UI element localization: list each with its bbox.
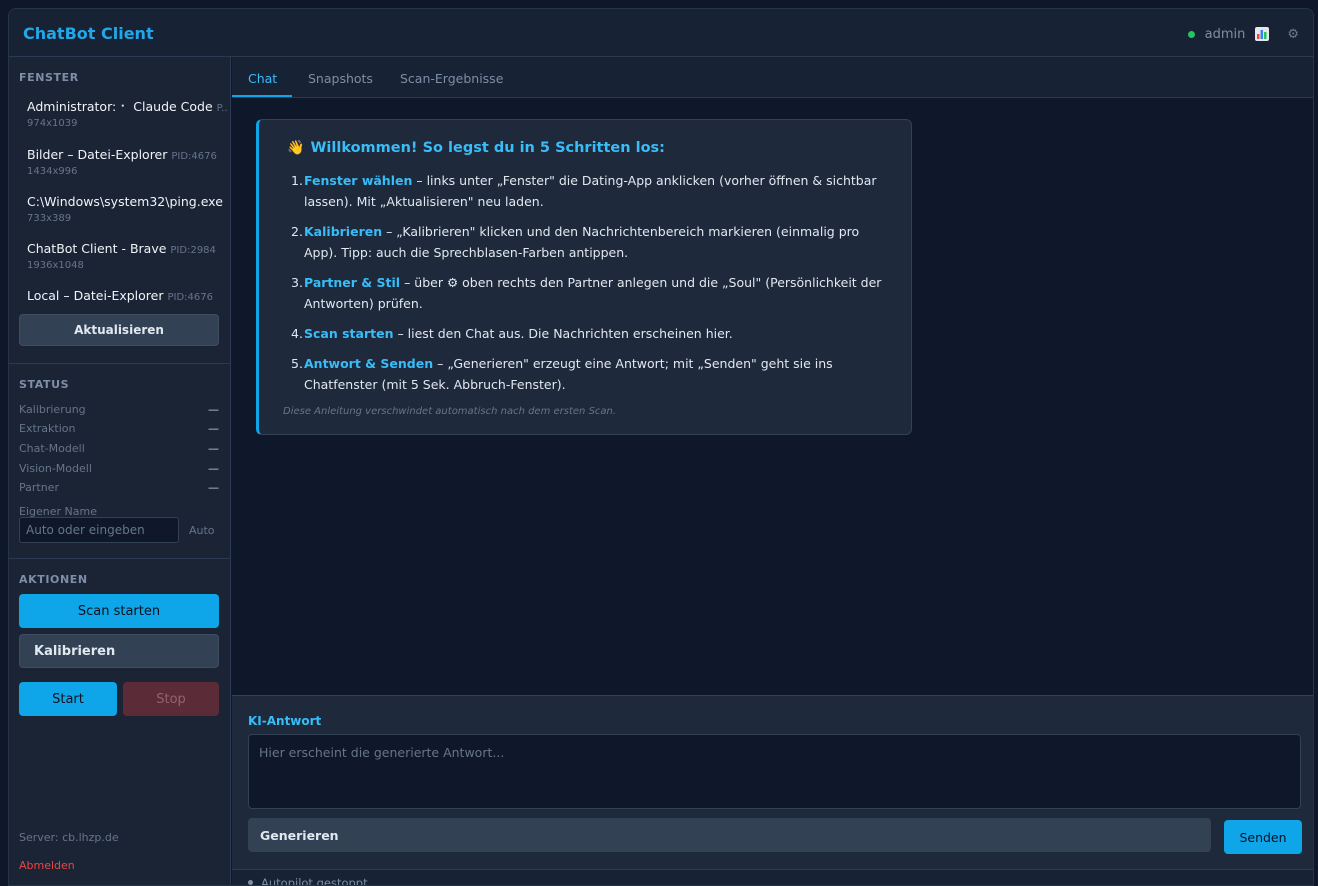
divider [9, 558, 231, 559]
stop-button[interactable]: Stop [123, 682, 219, 716]
scan-start-button[interactable]: Scan starten [19, 594, 219, 628]
window-size: 733x389 [27, 213, 72, 224]
window-pid: PID:2984 [170, 245, 216, 256]
window-item[interactable]: ChatBot Client - Brave PID:2984 1936x104… [27, 241, 227, 271]
title-bar: ChatBot Client admin ⚙ [9, 9, 1313, 57]
window-item[interactable]: C:\Windows\system32\ping.exe ... 733x389 [27, 194, 227, 224]
status-value: — [208, 442, 219, 455]
step-item: 4. Scan starten – liest den Chat aus. Die… [291, 326, 733, 341]
welcome-title: Willkommen! So legst du in 5 Schritten l… [310, 140, 665, 156]
main-panel: Chat Snapshots Scan-Ergebnisse 👋 Willkom… [232, 57, 1313, 885]
welcome-card: 👋 Willkommen! So legst du in 5 Schritten… [256, 119, 912, 435]
divider [9, 363, 231, 364]
waving-hand-icon: 👋 [287, 140, 305, 156]
welcome-footnote: Diese Anleitung verschwindet automatisch… [283, 406, 617, 417]
window-title: Local – Datei-Explorer [27, 288, 164, 303]
window-pid: PID:4676 [167, 292, 213, 303]
window-item[interactable]: Local – Datei-Explorer PID:4676 [27, 288, 227, 303]
tab-bar: Chat Snapshots Scan-Ergebnisse [232, 57, 1313, 98]
step-item: 1. Fenster wählen – links unter „Fenster"… [291, 173, 877, 209]
window-pid: P... [216, 103, 227, 114]
logout-link[interactable]: Abmelden [19, 859, 75, 872]
auto-name-button[interactable]: Auto [189, 524, 215, 537]
active-tab-indicator [232, 95, 292, 97]
step-item: 5. Antwort & Senden – „Generieren" erzeug… [291, 356, 833, 392]
send-button[interactable]: Senden [1224, 820, 1302, 854]
status-bar: Autopilot gestoppt [232, 869, 1313, 886]
status-label: Vision-Modell [19, 462, 92, 475]
status-value: — [208, 403, 219, 416]
tab-snapshots[interactable]: Snapshots [308, 71, 373, 86]
status-value: — [208, 462, 219, 475]
server-info: Server: cb.lhzp.de [19, 831, 119, 844]
chart-icon[interactable] [1255, 27, 1270, 41]
status-dot-icon [1187, 30, 1195, 38]
header-user-area: admin ⚙ [1187, 24, 1299, 44]
status-dot-icon [248, 880, 253, 885]
start-button[interactable]: Start [19, 682, 117, 716]
window-size: 1434x996 [27, 166, 78, 177]
autopilot-status: Autopilot gestoppt [261, 875, 368, 886]
steps-list: 1. Fenster wählen – links unter „Fenster"… [291, 170, 894, 404]
refresh-button[interactable]: Aktualisieren [19, 314, 219, 346]
window-size: 974x1039 [27, 118, 78, 129]
window-title: Bilder – Datei-Explorer [27, 147, 168, 162]
window-title: Administrator: ⠂ Claude Code [27, 99, 213, 114]
tab-chat[interactable]: Chat [248, 71, 277, 86]
status-row-partner: Partner — [19, 481, 219, 494]
status-value: — [208, 481, 219, 494]
tab-scan-results[interactable]: Scan-Ergebnisse [400, 71, 503, 86]
status-row-chat-model: Chat-Modell — [19, 442, 219, 455]
status-label: Chat-Modell [19, 442, 85, 455]
status-label: Extraktion [19, 422, 76, 435]
username: admin [1204, 26, 1246, 42]
window-item[interactable]: Bilder – Datei-Explorer PID:4676 1434x99… [27, 147, 227, 177]
app-window: ChatBot Client admin ⚙ FENSTER Administr… [8, 8, 1314, 886]
app-title: ChatBot Client [23, 24, 154, 43]
window-title: C:\Windows\system32\ping.exe ... [27, 194, 227, 209]
status-row-extraction: Extraktion — [19, 422, 219, 435]
answer-label: KI-Antwort [248, 714, 322, 728]
status-row-vision-model: Vision-Modell — [19, 462, 219, 475]
window-item[interactable]: Administrator: ⠂ Claude Code P... 974x10… [27, 99, 227, 129]
answer-textarea[interactable] [248, 734, 1301, 809]
window-pid: PID:4676 [171, 151, 217, 162]
status-row-calibration: Kalibrierung — [19, 403, 219, 416]
status-section-title: STATUS [19, 378, 70, 391]
answer-panel: KI-Antwort Generieren Senden [232, 695, 1313, 869]
window-title: ChatBot Client - Brave [27, 241, 167, 256]
own-name-input[interactable] [19, 517, 179, 543]
calibrate-button[interactable]: Kalibrieren [19, 634, 219, 668]
step-item: 3. Partner & Stil – über ⚙ oben rechts de… [291, 275, 882, 311]
step-item: 2. Kalibrieren – „Kalibrieren" klicken un… [291, 224, 860, 260]
gear-icon[interactable]: ⚙ [1287, 27, 1299, 42]
status-label: Partner [19, 481, 59, 494]
sidebar: FENSTER Administrator: ⠂ Claude Code P..… [9, 57, 231, 885]
status-label: Kalibrierung [19, 403, 86, 416]
windows-section-title: FENSTER [19, 71, 79, 84]
actions-section-title: AKTIONEN [19, 573, 88, 586]
generate-button[interactable]: Generieren [248, 818, 1211, 852]
status-value: — [208, 422, 219, 435]
window-size: 1936x1048 [27, 260, 84, 271]
